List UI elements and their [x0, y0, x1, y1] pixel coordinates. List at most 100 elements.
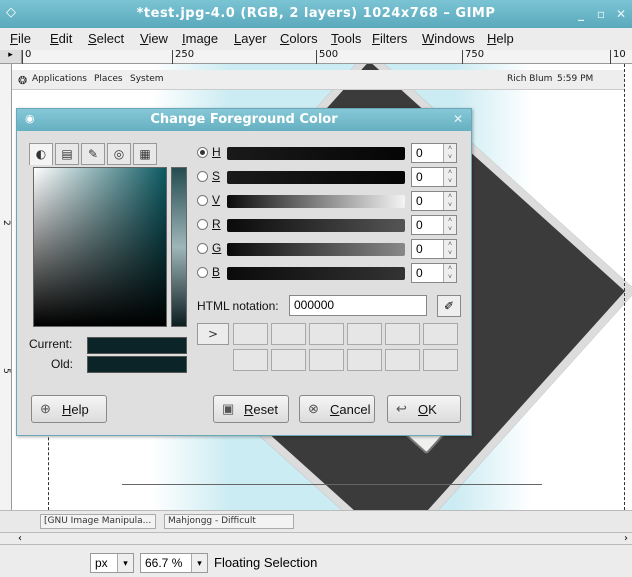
- history-swatch[interactable]: [347, 349, 382, 371]
- ok-button[interactable]: ↩ OK: [387, 395, 461, 423]
- window-titlebar: ◇ *test.jpg-4.0 (RGB, 2 layers) 1024x768…: [0, 0, 632, 28]
- history-swatch[interactable]: [233, 323, 268, 345]
- v-value[interactable]: 0 ˄ ˅: [411, 191, 457, 211]
- reset-icon: ▣: [222, 401, 235, 416]
- menu-file[interactable]: File: [10, 31, 31, 46]
- ruler-tick: 750: [462, 50, 484, 64]
- history-swatch[interactable]: [423, 349, 458, 371]
- scroll-left-icon[interactable]: ‹: [18, 533, 22, 544]
- r-value[interactable]: 0 ˄ ˅: [411, 215, 457, 235]
- maximize-icon[interactable]: ▫: [592, 5, 610, 23]
- history-swatch[interactable]: [271, 349, 306, 371]
- r-radio[interactable]: [197, 219, 208, 230]
- history-swatch[interactable]: [309, 349, 344, 371]
- scroll-right-icon[interactable]: ›: [624, 533, 628, 544]
- ruler-tick: 250: [172, 50, 194, 64]
- menu-filters[interactable]: Filters: [372, 31, 407, 46]
- old-color-swatch[interactable]: [87, 356, 187, 373]
- history-swatch[interactable]: [423, 323, 458, 345]
- saturation-value-square[interactable]: [33, 167, 167, 327]
- ruler-tick: 2: [1, 220, 11, 226]
- channel-row-v: V 0 ˄ ˅: [197, 191, 467, 213]
- cmyk-selector-tab[interactable]: ▤: [55, 143, 79, 165]
- horizontal-scrollbar[interactable]: ‹ ›: [0, 532, 632, 545]
- canvas-line: [122, 484, 542, 485]
- v-label: V: [212, 193, 221, 207]
- status-bar: px ▾ 66.7 % ▾ Floating Selection: [0, 545, 632, 577]
- menu-colors[interactable]: Colors: [280, 31, 318, 46]
- html-notation-label: HTML notation:: [197, 299, 279, 313]
- watercolor-selector-tab[interactable]: ✎: [81, 143, 105, 165]
- channel-row-g: G 0 ˄ ˅: [197, 239, 467, 261]
- color-picker-icon[interactable]: ✐: [437, 295, 461, 317]
- menubar: File Edit Select View Image Layer Colors…: [0, 28, 632, 50]
- help-button[interactable]: ⊕ Help: [31, 395, 107, 423]
- history-swatch[interactable]: [271, 323, 306, 345]
- html-notation-input[interactable]: 000000: [289, 295, 427, 316]
- window-title: *test.jpg-4.0 (RGB, 2 layers) 1024x768 –…: [136, 6, 496, 21]
- v-radio[interactable]: [197, 195, 208, 206]
- menu-tools[interactable]: Tools: [331, 31, 361, 46]
- panel-clock: 5:59 PM: [557, 74, 594, 84]
- change-foreground-color-dialog: ◉ Change Foreground Color ✕ ◐ ▤ ✎ ◎ ▦ Cu…: [16, 108, 472, 436]
- panel-places: Places: [94, 74, 123, 84]
- menu-layer[interactable]: Layer: [234, 31, 267, 46]
- s-label: S: [212, 169, 221, 183]
- reset-button[interactable]: ▣ Reset: [213, 395, 289, 423]
- g-value[interactable]: 0 ˄ ˅: [411, 239, 457, 259]
- s-value[interactable]: 0 ˄ ˅: [411, 167, 457, 187]
- cancel-button[interactable]: ⊗ Cancel: [299, 395, 375, 423]
- menu-edit[interactable]: Edit: [50, 31, 72, 46]
- v-slider[interactable]: [227, 195, 405, 208]
- b-value[interactable]: 0 ˄ ˅: [411, 263, 457, 283]
- g-radio[interactable]: [197, 243, 208, 254]
- ruler-tick: 10: [610, 50, 626, 64]
- minimize-icon[interactable]: _: [572, 5, 590, 23]
- status-message: Floating Selection: [214, 555, 318, 570]
- palette-selector-tab[interactable]: ▦: [133, 143, 157, 165]
- current-label: Current:: [29, 337, 73, 351]
- h-value[interactable]: 0 ˄ ˅: [411, 143, 457, 163]
- menu-image[interactable]: Image: [182, 31, 218, 46]
- layer-boundary: [624, 64, 625, 510]
- b-radio[interactable]: [197, 267, 208, 278]
- g-slider[interactable]: [227, 243, 405, 256]
- s-slider[interactable]: [227, 171, 405, 184]
- menu-help[interactable]: Help: [487, 31, 514, 46]
- horizontal-ruler: 0 250 500 750 10: [22, 50, 632, 64]
- history-swatch[interactable]: [347, 323, 382, 345]
- task-mahjongg: Mahjongg - Difficult: [164, 514, 294, 529]
- zoom-select[interactable]: 66.7 % ▾: [140, 553, 208, 573]
- h-radio[interactable]: [197, 147, 208, 158]
- quick-mask-toggle[interactable]: ▸: [0, 50, 22, 64]
- b-slider[interactable]: [227, 267, 405, 280]
- history-swatch[interactable]: [309, 323, 344, 345]
- panel-applications: Applications: [32, 74, 87, 84]
- screenshot-top-panel: ❂ Applications Places System Rich Blum 5…: [12, 70, 624, 90]
- ok-icon: ↩: [396, 401, 407, 416]
- panel-system: System: [130, 74, 164, 84]
- menu-view[interactable]: View: [140, 31, 168, 46]
- add-to-history-button[interactable]: >: [197, 323, 229, 345]
- cancel-icon: ⊗: [308, 401, 319, 416]
- menu-windows[interactable]: Windows: [422, 31, 475, 46]
- history-swatch[interactable]: [385, 349, 420, 371]
- history-swatch[interactable]: [233, 349, 268, 371]
- old-label: Old:: [51, 357, 74, 371]
- ruler-tick: 5: [1, 368, 11, 374]
- dialog-close-icon[interactable]: ✕: [453, 112, 463, 126]
- channel-row-b: B 0 ˄ ˅: [197, 263, 467, 285]
- history-swatch[interactable]: [385, 323, 420, 345]
- menu-select[interactable]: Select: [88, 31, 124, 46]
- ruler-tick: 0: [22, 50, 31, 64]
- unit-select[interactable]: px ▾: [90, 553, 134, 573]
- r-slider[interactable]: [227, 219, 405, 232]
- s-radio[interactable]: [197, 171, 208, 182]
- b-label: B: [212, 265, 221, 279]
- wheel-selector-tab[interactable]: ◎: [107, 143, 131, 165]
- gimp-selector-tab[interactable]: ◐: [29, 143, 53, 165]
- hue-strip[interactable]: [171, 167, 187, 327]
- close-icon[interactable]: ✕: [612, 5, 630, 23]
- dialog-title: Change Foreground Color: [150, 112, 338, 127]
- h-slider[interactable]: [227, 147, 405, 160]
